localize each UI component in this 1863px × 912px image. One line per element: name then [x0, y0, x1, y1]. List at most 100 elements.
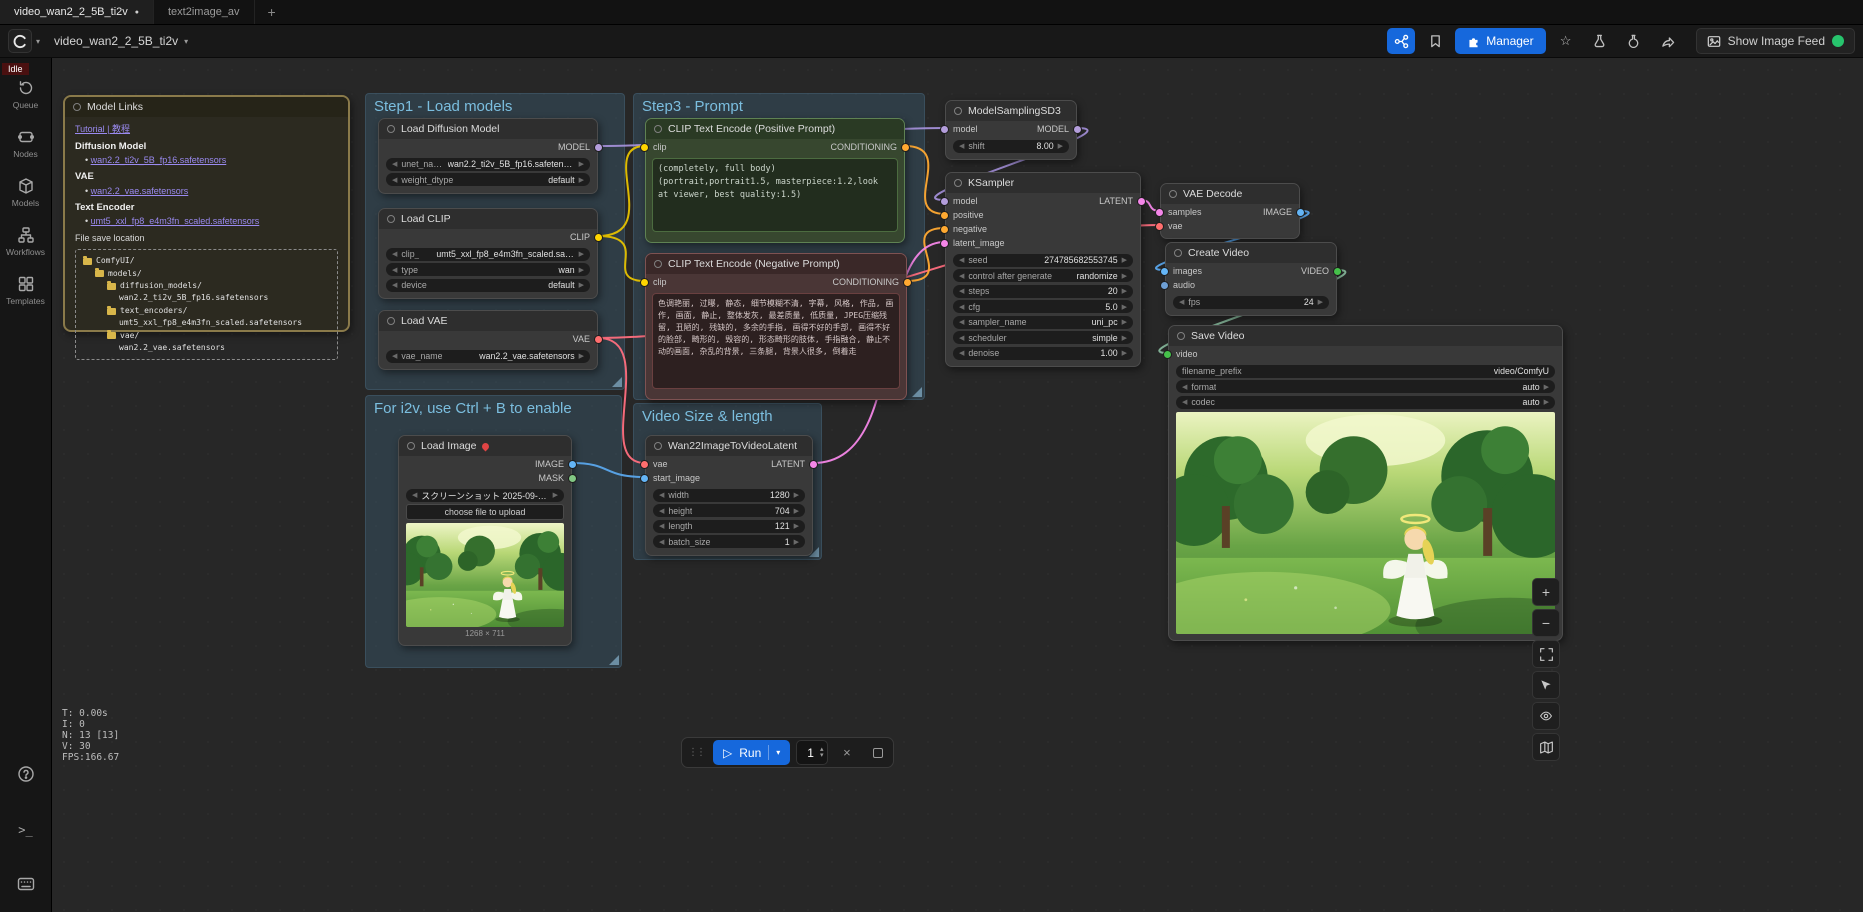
node-clip-text-encode-negative[interactable]: CLIP Text Encode (Negative Prompt) clip …: [645, 253, 907, 400]
slot-dot-image[interactable]: [568, 460, 577, 469]
group-resize-handle[interactable]: [912, 387, 922, 397]
output-slot-video[interactable]: VIDEO: [1301, 266, 1333, 276]
input-slot-model[interactable]: model: [949, 196, 978, 206]
output-slot-model[interactable]: MODEL: [558, 142, 594, 152]
run-options-caret-icon[interactable]: ▾: [776, 748, 780, 757]
slot-dot-latent[interactable]: [940, 239, 949, 248]
slot-dot-clip[interactable]: [640, 278, 649, 287]
widget-denoise[interactable]: ◀ denoise 1.00 ▶: [953, 347, 1133, 360]
node-create-video[interactable]: Create Video images VIDEO aud: [1165, 242, 1337, 316]
input-slot-negative[interactable]: negative: [949, 224, 987, 234]
node-header[interactable]: Load CLIP: [379, 209, 597, 229]
slot-dot-conditioning[interactable]: [940, 225, 949, 234]
slot-dot-clip[interactable]: [594, 233, 603, 242]
zoom-in-button[interactable]: +: [1532, 578, 1560, 606]
sidebar-item-models[interactable]: Models: [2, 170, 50, 215]
slot-dot-clip[interactable]: [640, 143, 649, 152]
combo-left-arrow-icon[interactable]: ◀: [392, 250, 397, 258]
combo-right-arrow-icon[interactable]: ▶: [1122, 256, 1127, 264]
output-slot-clip[interactable]: CLIP: [570, 232, 594, 242]
share-button[interactable]: [1654, 28, 1682, 54]
input-slot-samples[interactable]: samples: [1164, 207, 1202, 217]
sidebar-item-help[interactable]: [2, 758, 50, 790]
collapse-dot[interactable]: [73, 103, 81, 111]
output-slot-image[interactable]: IMAGE: [535, 459, 568, 469]
input-slot-positive[interactable]: positive: [949, 210, 984, 220]
collapse-dot[interactable]: [654, 442, 662, 450]
slot-dot-image[interactable]: [640, 474, 649, 483]
negative-prompt-textarea[interactable]: 色调艳丽, 过曝, 静态, 细节模糊不清, 字幕, 风格, 作品, 画作, 画面…: [652, 293, 900, 389]
combo-left-arrow-icon[interactable]: ◀: [959, 334, 964, 342]
widget-shift[interactable]: ◀ shift 8.00 ▶: [953, 140, 1069, 153]
node-vae-decode[interactable]: VAE Decode samples IMAGE vae: [1160, 183, 1300, 239]
combo-left-arrow-icon[interactable]: ◀: [392, 176, 397, 184]
minimap-button[interactable]: [1532, 733, 1560, 761]
group-title[interactable]: Step1 - Load models: [366, 94, 624, 119]
slot-dot-mask[interactable]: [568, 474, 577, 483]
output-slot-latent[interactable]: LATENT: [771, 459, 809, 469]
slot-dot-vae[interactable]: [594, 335, 603, 344]
slot-dot-video[interactable]: [1163, 350, 1172, 359]
slot-dot-vae[interactable]: [1155, 222, 1164, 231]
upload-button[interactable]: choose file to upload: [406, 504, 564, 520]
node-header[interactable]: KSampler: [946, 173, 1140, 193]
slot-dot-image[interactable]: [1296, 208, 1305, 217]
model-link[interactable]: umt5_xxl_fp8_e4m3fn_scaled.safetensors: [91, 216, 260, 226]
tab-video-wan[interactable]: video_wan2_2_5B_ti2v ●: [0, 0, 154, 24]
node-header[interactable]: CLIP Text Encode (Positive Prompt): [646, 119, 904, 139]
widget-length[interactable]: ◀ length 121 ▶: [653, 520, 805, 533]
slot-dot-image[interactable]: [1160, 267, 1169, 276]
select-mode-button[interactable]: [1532, 671, 1560, 699]
input-slot-video[interactable]: video: [1172, 349, 1198, 359]
slot-dot-conditioning[interactable]: [940, 211, 949, 220]
combo-left-arrow-icon[interactable]: ◀: [659, 522, 664, 530]
widget-clip-name[interactable]: ◀ clip_ umt5_xxl_fp8_e4m3fn_scaled.safet…: [386, 248, 590, 261]
node-load-image[interactable]: Load Image IMAGE MASK ◀: [398, 435, 572, 646]
node-header[interactable]: Load VAE: [379, 311, 597, 331]
sidebar-item-queue[interactable]: Queue: [2, 72, 50, 117]
input-slot-images[interactable]: images: [1169, 266, 1202, 276]
node-header[interactable]: ModelSamplingSD3: [946, 101, 1076, 121]
combo-left-arrow-icon[interactable]: ◀: [959, 303, 964, 311]
combo-left-arrow-icon[interactable]: ◀: [659, 538, 664, 546]
run-button[interactable]: ▷ Run ▾: [713, 740, 790, 765]
input-slot-latent-image[interactable]: latent_image: [949, 238, 1005, 248]
widget-seed[interactable]: ◀ seed 274785682553745 ▶: [953, 254, 1133, 267]
combo-left-arrow-icon[interactable]: ◀: [959, 349, 964, 357]
combo-right-arrow-icon[interactable]: ▶: [794, 491, 799, 499]
combo-right-arrow-icon[interactable]: ▶: [1122, 318, 1127, 326]
combo-left-arrow-icon[interactable]: ◀: [412, 491, 417, 499]
toggle-link-visibility-button[interactable]: [1532, 702, 1560, 730]
collapse-dot[interactable]: [1177, 332, 1185, 340]
combo-left-arrow-icon[interactable]: ◀: [659, 491, 664, 499]
combo-left-arrow-icon[interactable]: ◀: [959, 272, 964, 280]
widget-sampler-name[interactable]: ◀ sampler_name uni_pc ▶: [953, 316, 1133, 329]
widget-format[interactable]: ◀ format auto ▶: [1176, 380, 1555, 393]
slot-dot-model[interactable]: [940, 197, 949, 206]
output-slot-vae[interactable]: VAE: [573, 334, 594, 344]
slot-dot-model[interactable]: [940, 125, 949, 134]
tab-text2image[interactable]: text2image_av: [154, 0, 255, 24]
combo-left-arrow-icon[interactable]: ◀: [392, 160, 397, 168]
combo-right-arrow-icon[interactable]: ▶: [579, 352, 584, 360]
input-slot-start-image[interactable]: start_image: [649, 473, 700, 483]
sidebar-item-workflows[interactable]: Workflows: [2, 219, 50, 264]
node-header[interactable]: VAE Decode: [1161, 184, 1299, 204]
collapse-dot[interactable]: [387, 215, 395, 223]
sidebar-item-terminal[interactable]: >_: [2, 816, 50, 844]
combo-right-arrow-icon[interactable]: ▶: [794, 522, 799, 530]
clear-queue-button[interactable]: ×: [834, 740, 859, 765]
combo-right-arrow-icon[interactable]: ▶: [579, 176, 584, 184]
combo-right-arrow-icon[interactable]: ▶: [579, 160, 584, 168]
widget-scheduler[interactable]: ◀ scheduler simple ▶: [953, 331, 1133, 344]
combo-right-arrow-icon[interactable]: ▶: [1122, 287, 1127, 295]
collapse-dot[interactable]: [387, 317, 395, 325]
group-resize-handle[interactable]: [609, 655, 619, 665]
sidebar-item-shortcuts[interactable]: [2, 870, 50, 898]
widget-weight-dtype[interactable]: ◀ weight_dtype default ▶: [386, 173, 590, 186]
output-slot-latent[interactable]: LATENT: [1099, 196, 1137, 206]
sidebar-item-nodes[interactable]: Nodes: [2, 121, 50, 166]
input-slot-audio[interactable]: audio: [1169, 280, 1195, 290]
widget-codec[interactable]: ◀ codec auto ▶: [1176, 396, 1555, 409]
group-title[interactable]: Video Size & length: [634, 404, 821, 429]
